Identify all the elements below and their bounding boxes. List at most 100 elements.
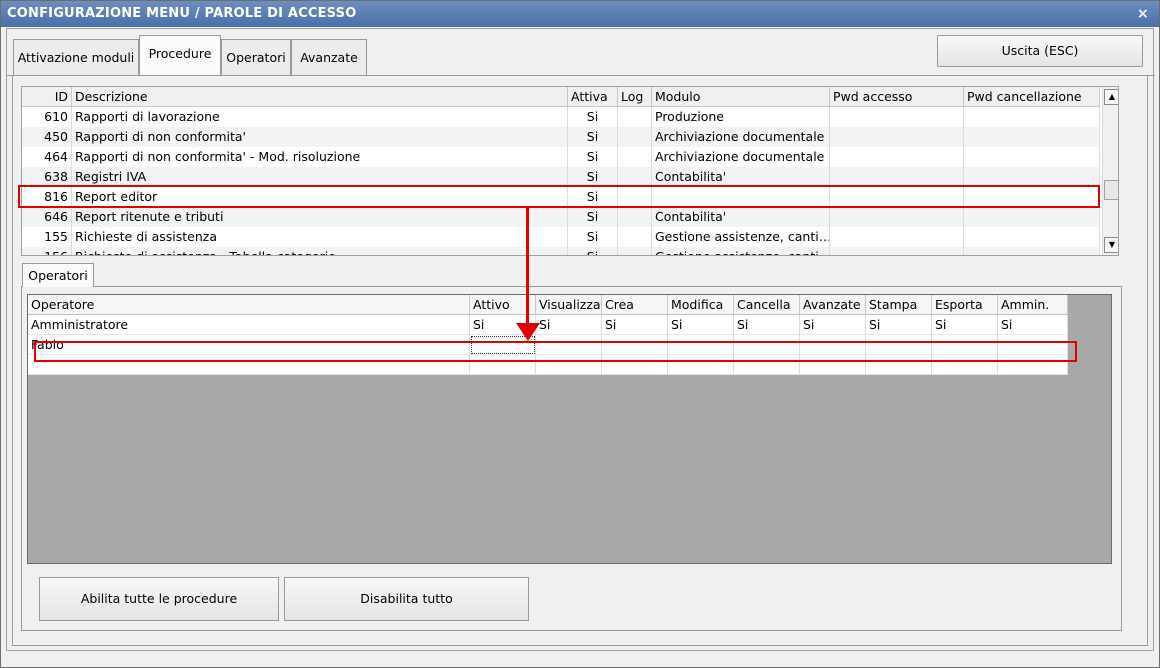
perm-ammin[interactable] (998, 335, 1068, 355)
perm-stampa[interactable] (866, 355, 932, 375)
procedure-log[interactable] (618, 147, 652, 167)
scroll-up-icon[interactable]: ▲ (1104, 89, 1118, 105)
tab-operatori-sub[interactable]: Operatori (22, 263, 94, 287)
enable-all-button[interactable]: Abilita tutte le procedure (39, 577, 279, 621)
perm-modifica[interactable] (668, 335, 734, 355)
procedure-active[interactable]: Si (568, 147, 618, 167)
operators-grid[interactable]: Operatore Attivo Visualizza Crea Modific… (27, 294, 1112, 564)
procedure-active[interactable]: Si (568, 107, 618, 127)
col-header-id[interactable]: ID (22, 87, 72, 107)
disable-all-button[interactable]: Disabilita tutto (284, 577, 529, 621)
procedure-pwd-delete[interactable] (964, 147, 1100, 167)
procedure-log[interactable] (618, 207, 652, 227)
perm-cancella[interactable] (734, 355, 800, 375)
procedure-pwd-delete[interactable] (964, 167, 1100, 187)
col-header-modulo[interactable]: Modulo (652, 87, 830, 107)
procedure-log[interactable] (618, 247, 652, 255)
perm-stampa[interactable] (866, 335, 932, 355)
perm-modifica[interactable] (668, 355, 734, 375)
procedure-row[interactable]: 610 Rapporti di lavorazione Si Produzion… (22, 107, 1100, 127)
tab-attivazione-moduli[interactable]: Attivazione moduli (13, 39, 139, 75)
procedure-pwd-delete[interactable] (964, 107, 1100, 127)
col-header-descrizione[interactable]: Descrizione (72, 87, 568, 107)
col-header-modifica[interactable]: Modifica (668, 295, 734, 315)
procedure-log[interactable] (618, 187, 652, 207)
procedure-active[interactable]: Si (568, 167, 618, 187)
perm-attivo[interactable] (470, 355, 536, 375)
perm-visualizza[interactable] (536, 335, 602, 355)
col-header-crea[interactable]: Crea (602, 295, 668, 315)
tab-procedure[interactable]: Procedure (139, 35, 221, 75)
perm-esporta[interactable] (932, 355, 998, 375)
procedure-log[interactable] (618, 127, 652, 147)
procedure-pwd-delete[interactable] (964, 227, 1100, 247)
operator-row-selected[interactable]: Fabio (28, 335, 1068, 355)
perm-avanzate[interactable]: Si (800, 315, 866, 335)
col-header-esporta[interactable]: Esporta (932, 295, 998, 315)
close-icon[interactable]: × (1135, 1, 1151, 27)
perm-esporta[interactable] (932, 335, 998, 355)
exit-button[interactable]: Uscita (ESC) (937, 35, 1143, 67)
perm-stampa[interactable]: Si (866, 315, 932, 335)
procedure-pwd-access[interactable] (830, 227, 964, 247)
scrollbar-thumb[interactable] (1104, 180, 1118, 200)
perm-crea[interactable] (602, 335, 668, 355)
tab-operatori[interactable]: Operatori (221, 39, 291, 75)
procedure-row[interactable]: 155 Richieste di assistenza Si Gestione … (22, 227, 1100, 247)
perm-avanzate[interactable] (800, 335, 866, 355)
procedure-active[interactable]: Si (568, 227, 618, 247)
operator-name[interactable] (28, 355, 470, 375)
procedure-pwd-access[interactable] (830, 167, 964, 187)
procedure-pwd-access[interactable] (830, 187, 964, 207)
procedure-pwd-delete[interactable] (964, 127, 1100, 147)
col-header-stampa[interactable]: Stampa (866, 295, 932, 315)
col-header-attiva[interactable]: Attiva (568, 87, 618, 107)
procedure-row-selected[interactable]: 816 Report editor Si (22, 187, 1100, 207)
tab-avanzate[interactable]: Avanzate (291, 39, 367, 75)
procedure-row[interactable]: 646 Report ritenute e tributi Si Contabi… (22, 207, 1100, 227)
procedure-row[interactable]: 450 Rapporti di non conformita' Si Archi… (22, 127, 1100, 147)
procedures-grid[interactable]: ID Descrizione Attiva Log Modulo Pwd acc… (21, 86, 1119, 256)
procedure-pwd-delete[interactable] (964, 247, 1100, 255)
perm-visualizza[interactable] (536, 355, 602, 375)
scroll-down-icon[interactable]: ▼ (1104, 237, 1118, 253)
procedure-row[interactable]: 156 Richieste di assistenza - Tabella ca… (22, 247, 1100, 255)
col-header-ammin[interactable]: Ammin. (998, 295, 1068, 315)
operator-row-empty[interactable] (28, 355, 1068, 375)
procedure-pwd-access[interactable] (830, 107, 964, 127)
col-header-operatore[interactable]: Operatore (28, 295, 470, 315)
col-header-pwd-cancellazione[interactable]: Pwd cancellazione (964, 87, 1100, 107)
procedure-active[interactable]: Si (568, 187, 618, 207)
perm-modifica[interactable]: Si (668, 315, 734, 335)
perm-avanzate[interactable] (800, 355, 866, 375)
perm-crea[interactable] (602, 355, 668, 375)
procedure-active[interactable]: Si (568, 127, 618, 147)
procedure-pwd-delete[interactable] (964, 187, 1100, 207)
col-header-avanzate[interactable]: Avanzate (800, 295, 866, 315)
procedures-scrollbar[interactable]: ▲ ▼ (1102, 87, 1118, 255)
procedure-pwd-access[interactable] (830, 207, 964, 227)
col-header-visualizza[interactable]: Visualizza (536, 295, 602, 315)
perm-ammin[interactable]: Si (998, 315, 1068, 335)
procedure-pwd-delete[interactable] (964, 207, 1100, 227)
perm-esporta[interactable]: Si (932, 315, 998, 335)
perm-crea[interactable]: Si (602, 315, 668, 335)
procedure-active[interactable]: Si (568, 247, 618, 255)
procedure-log[interactable] (618, 107, 652, 127)
procedure-log[interactable] (618, 167, 652, 187)
operator-row[interactable]: Amministratore Si Si Si Si Si Si Si Si S… (28, 315, 1068, 335)
col-header-cancella[interactable]: Cancella (734, 295, 800, 315)
perm-cancella[interactable]: Si (734, 315, 800, 335)
col-header-pwd-accesso[interactable]: Pwd accesso (830, 87, 964, 107)
col-header-log[interactable]: Log (618, 87, 652, 107)
procedure-pwd-access[interactable] (830, 147, 964, 167)
procedure-active[interactable]: Si (568, 207, 618, 227)
procedure-log[interactable] (618, 227, 652, 247)
procedure-row[interactable]: 464 Rapporti di non conformita' - Mod. r… (22, 147, 1100, 167)
procedure-pwd-access[interactable] (830, 247, 964, 255)
procedure-pwd-access[interactable] (830, 127, 964, 147)
procedure-row[interactable]: 638 Registri IVA Si Contabilita' (22, 167, 1100, 187)
perm-cancella[interactable] (734, 335, 800, 355)
perm-visualizza[interactable]: Si (536, 315, 602, 335)
perm-ammin[interactable] (998, 355, 1068, 375)
